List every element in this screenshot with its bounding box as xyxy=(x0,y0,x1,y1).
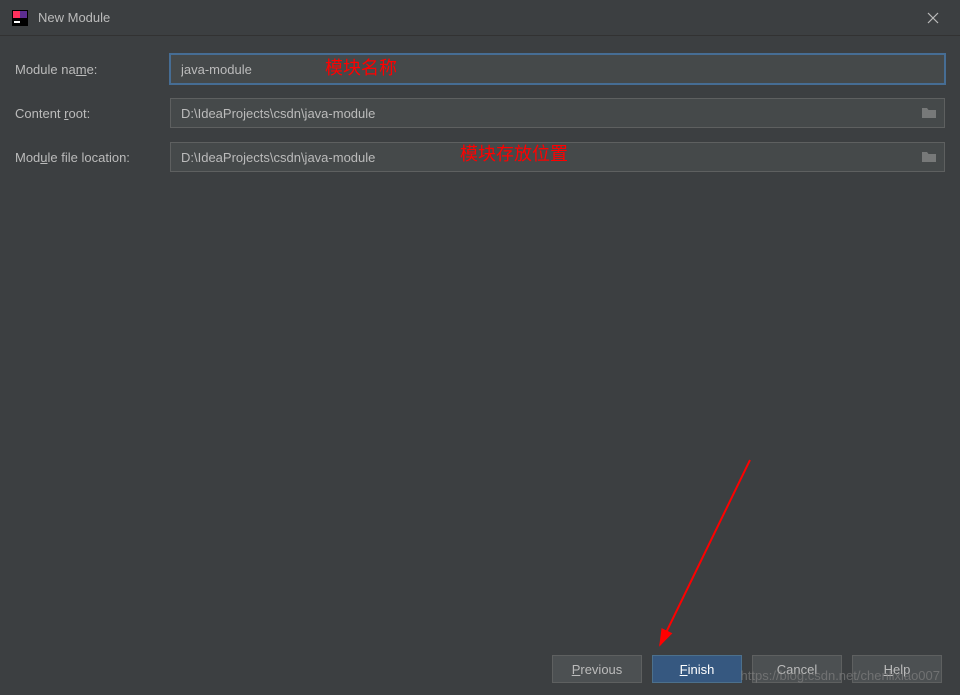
folder-icon xyxy=(921,106,937,120)
folder-icon xyxy=(921,150,937,164)
content-root-input-wrapper xyxy=(170,98,945,128)
content-root-label: Content root: xyxy=(15,106,170,121)
annotation-arrow xyxy=(580,450,760,670)
form-content: Module name: Content root: Module file l… xyxy=(0,36,960,172)
close-button[interactable] xyxy=(918,3,948,33)
content-root-browse-button[interactable] xyxy=(921,106,937,120)
module-file-location-row: Module file location: xyxy=(15,142,945,172)
button-bar: Previous Finish Cancel Help xyxy=(552,655,942,683)
finish-button[interactable]: Finish xyxy=(652,655,742,683)
module-name-input-wrapper xyxy=(170,54,945,84)
intellij-icon xyxy=(12,10,28,26)
content-root-input[interactable] xyxy=(170,98,945,128)
module-file-location-input[interactable] xyxy=(170,142,945,172)
help-button[interactable]: Help xyxy=(852,655,942,683)
module-name-label: Module name: xyxy=(15,62,170,77)
module-file-location-browse-button[interactable] xyxy=(921,150,937,164)
module-name-input[interactable] xyxy=(170,54,945,84)
window-title: New Module xyxy=(38,10,918,25)
module-name-row: Module name: xyxy=(15,54,945,84)
previous-button[interactable]: Previous xyxy=(552,655,642,683)
content-root-row: Content root: xyxy=(15,98,945,128)
module-file-location-label: Module file location: xyxy=(15,150,170,165)
close-icon xyxy=(927,12,939,24)
module-file-location-input-wrapper xyxy=(170,142,945,172)
cancel-button[interactable]: Cancel xyxy=(752,655,842,683)
titlebar: New Module xyxy=(0,0,960,36)
